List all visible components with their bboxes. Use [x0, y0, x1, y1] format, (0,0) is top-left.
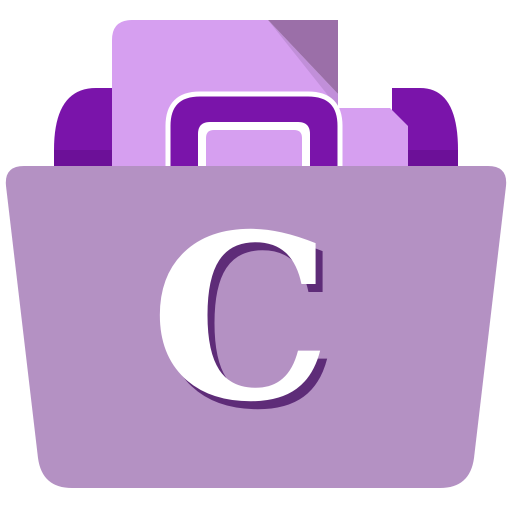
folder-icon: C C [5, 20, 507, 488]
handle-inner-fill [206, 130, 302, 170]
handle-icon [165, 91, 343, 173]
folder-letter: C [150, 184, 331, 452]
app-icon[interactable]: C C [0, 0, 512, 512]
